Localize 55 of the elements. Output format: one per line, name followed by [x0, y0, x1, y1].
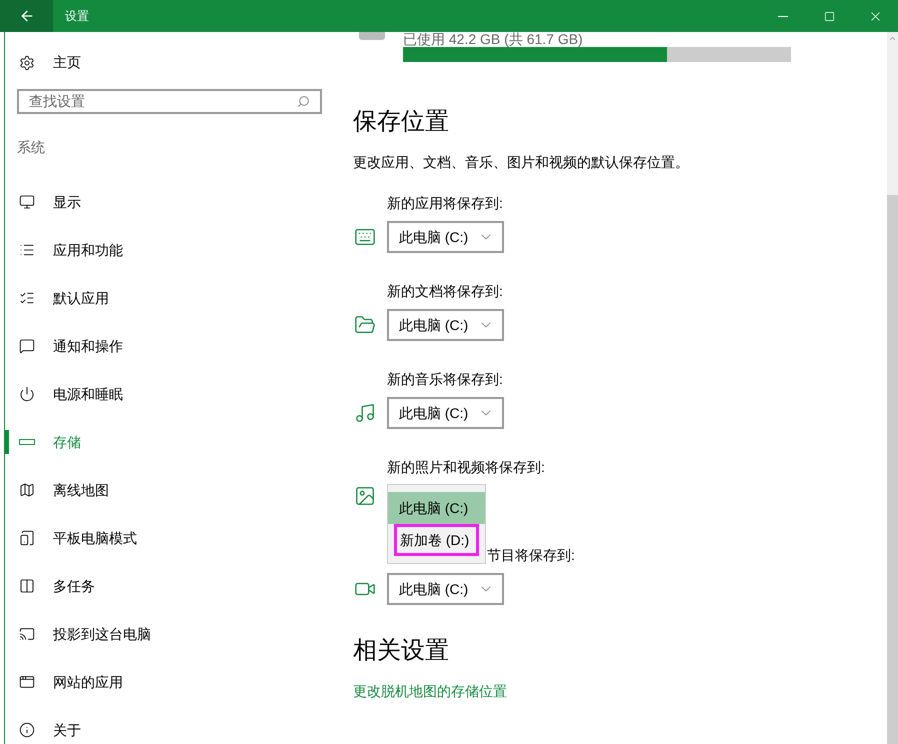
image-icon [353, 485, 377, 507]
section-heading: 保存位置 [353, 107, 450, 137]
section-label: 系统 [17, 138, 46, 156]
related-heading: 相关设置 [353, 636, 450, 666]
nav-item[interactable]: 存储 [5, 418, 334, 466]
nav-item[interactable]: 电源和睡眠 [5, 370, 334, 418]
row-label: 节目将保存到: [486, 546, 576, 565]
drive-dropdown[interactable]: 此电脑 (C:) [387, 309, 504, 341]
drive-icon [359, 32, 385, 40]
nav-item[interactable]: 离线地图 [5, 466, 334, 514]
keyboard-icon [353, 226, 377, 248]
row-label: 新的应用将保存到: [387, 194, 504, 213]
drive-dropdown[interactable]: 此电脑 (C:) [387, 573, 504, 605]
settings-icon [19, 54, 35, 70]
offline-maps-link[interactable]: 更改脱机地图的存储位置 [353, 681, 507, 702]
nav-item[interactable]: 平板电脑模式 [5, 514, 334, 562]
row-label: 新的音乐将保存到: [387, 370, 504, 389]
dropdown-option[interactable]: 此电脑 (C:) [388, 492, 485, 524]
tablet-icon [19, 530, 35, 546]
drive-icon [19, 439, 35, 445]
row-label: 新的照片和视频将保存到: [387, 458, 546, 477]
nav-item[interactable]: 网站的应用 [5, 658, 334, 706]
scroll-up-icon[interactable] [888, 34, 897, 43]
drive-dropdown[interactable]: 此电脑 (C:) [387, 397, 504, 429]
screen-icon [19, 626, 35, 642]
maximize-icon [824, 10, 834, 22]
window-title: 设置 [65, 8, 89, 25]
search-field[interactable]: 查找设置 [17, 89, 322, 114]
home-item[interactable]: 主页 [5, 52, 334, 73]
windows-icon [19, 578, 35, 594]
window-icon [19, 674, 35, 690]
nav-item[interactable]: 通知和操作 [5, 322, 334, 370]
folder-icon [353, 314, 377, 336]
back-button[interactable] [0, 0, 53, 32]
dropdown-option[interactable]: 新加卷 (D:) [394, 524, 479, 556]
drive-dropdown[interactable]: 此电脑 (C:) [387, 221, 504, 253]
list-icon [19, 290, 35, 306]
nav-item[interactable]: 多任务 [5, 562, 334, 610]
nav-item[interactable]: 应用和功能 [5, 226, 334, 274]
music-note-icon [353, 402, 377, 424]
nav-item[interactable]: 投影到这台电脑 [5, 610, 334, 658]
storage-usage: 已使用 42.2 GB (共 61.7 GB) [403, 32, 584, 46]
search-icon [297, 95, 310, 108]
monitor-icon [19, 194, 35, 210]
scrollbar-thumb[interactable] [887, 195, 898, 744]
nav-item[interactable]: 关于 [5, 706, 334, 744]
nav-item[interactable]: 显示 [5, 178, 334, 226]
section-description: 更改应用、文档、音乐、图片和视频的默认保存位置。 [353, 153, 690, 172]
power-icon [19, 386, 35, 402]
speech-bubble-icon [19, 338, 35, 354]
nav-item[interactable]: 默认应用 [5, 274, 334, 322]
search-input[interactable]: 查找设置 [29, 91, 297, 112]
map-icon [19, 482, 35, 498]
row-label: 新的文档将保存到: [387, 282, 504, 301]
info-icon [19, 722, 35, 738]
